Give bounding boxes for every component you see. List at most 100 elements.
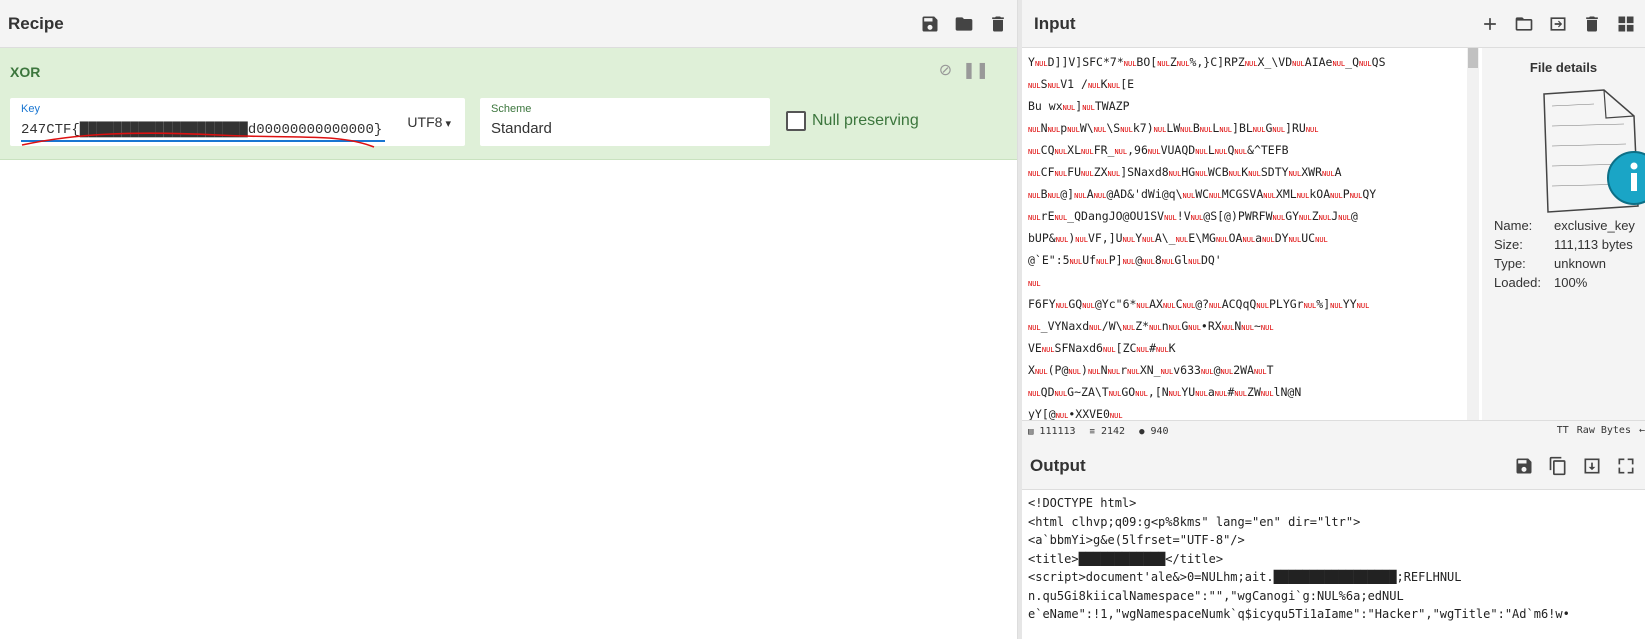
control-char-marker: NUL bbox=[1319, 214, 1332, 222]
null-preserving-label: Null preserving bbox=[812, 112, 919, 130]
control-char-marker: NUL bbox=[1216, 236, 1229, 244]
char-count-value: 111113 bbox=[1039, 426, 1075, 437]
import-icon[interactable] bbox=[1547, 13, 1569, 35]
control-char-marker: NUL bbox=[1149, 324, 1162, 332]
control-char-marker: NUL bbox=[1289, 236, 1302, 244]
folder-icon[interactable] bbox=[953, 13, 975, 35]
control-char-marker: NUL bbox=[1075, 236, 1088, 244]
scheme-field[interactable]: Scheme Standard bbox=[480, 98, 770, 146]
control-char-marker: NUL bbox=[1219, 126, 1232, 134]
save-icon[interactable] bbox=[919, 13, 941, 35]
control-char-marker: NUL bbox=[1070, 258, 1083, 266]
control-char-marker: NUL bbox=[1221, 368, 1234, 376]
replace-input-icon[interactable] bbox=[1581, 455, 1603, 477]
scheme-select[interactable]: Standard bbox=[491, 120, 552, 137]
control-char-marker: NUL bbox=[1215, 148, 1228, 156]
control-char-marker: NUL bbox=[1222, 324, 1235, 332]
control-char-marker: NUL bbox=[1330, 302, 1343, 310]
control-char-marker: NUL bbox=[1136, 302, 1149, 310]
control-char-marker: NUL bbox=[1028, 148, 1041, 156]
control-char-marker: NUL bbox=[1123, 236, 1136, 244]
control-char-marker: NUL bbox=[1056, 236, 1069, 244]
trash-icon[interactable] bbox=[987, 13, 1009, 35]
file-loaded-row: Loaded: 100% bbox=[1494, 275, 1587, 290]
key-input[interactable]: 247CTF{████████████████████d000000000000… bbox=[21, 122, 382, 138]
line-count: ≡ 2142 bbox=[1090, 426, 1126, 437]
control-char-marker: NUL bbox=[1096, 258, 1109, 266]
output-line: n.qu5Gi8kiicalNamespace":"","wgCanogi`g:… bbox=[1028, 587, 1639, 606]
control-char-marker: NUL bbox=[1254, 368, 1267, 376]
control-char-marker: NUL bbox=[1338, 214, 1351, 222]
control-char-marker: NUL bbox=[1142, 258, 1155, 266]
control-char-marker: NUL bbox=[1183, 302, 1196, 310]
trash-icon[interactable] bbox=[1581, 13, 1603, 35]
control-char-marker: NUL bbox=[1191, 214, 1204, 222]
control-char-marker: NUL bbox=[1253, 126, 1266, 134]
control-char-marker: NUL bbox=[1063, 104, 1076, 112]
file-type-value: unknown bbox=[1554, 256, 1606, 271]
control-char-marker: NUL bbox=[1108, 82, 1121, 90]
file-name-row: Name: exclusive_key bbox=[1494, 218, 1635, 233]
control-char-marker: NUL bbox=[1215, 390, 1228, 398]
input-scrollbar-thumb[interactable] bbox=[1468, 48, 1478, 68]
input-scrollbar[interactable] bbox=[1467, 48, 1479, 420]
disable-icon[interactable]: ⊘ bbox=[939, 60, 952, 80]
control-char-marker: NUL bbox=[1124, 60, 1137, 68]
input-line: Bu wxNUL]NULTWAZP bbox=[1028, 96, 1461, 118]
arrow-left-icon[interactable]: ← bbox=[1639, 425, 1645, 436]
control-char-marker: NUL bbox=[1256, 302, 1269, 310]
control-char-marker: NUL bbox=[1245, 60, 1258, 68]
output-line: <script>document'ale&>0=NULhm;ait.██████… bbox=[1028, 568, 1639, 587]
output-textarea[interactable]: <!DOCTYPE html> <html clhvp;q09:g<p%8kms"… bbox=[1022, 490, 1645, 639]
control-char-marker: NUL bbox=[1074, 192, 1087, 200]
control-char-marker: NUL bbox=[1234, 390, 1247, 398]
maximize-icon[interactable] bbox=[1615, 455, 1637, 477]
control-char-marker: NUL bbox=[1089, 324, 1102, 332]
input-line: NULrENUL_QDangJO@OU1SVNUL!VNUL@S[@)PWRFW… bbox=[1028, 206, 1461, 228]
control-char-marker: NUL bbox=[1234, 148, 1247, 156]
control-char-marker: NUL bbox=[1068, 368, 1081, 376]
control-char-marker: NUL bbox=[1169, 170, 1182, 178]
pause-icon[interactable]: ❚❚ bbox=[962, 60, 989, 80]
control-char-marker: NUL bbox=[1261, 324, 1274, 332]
control-char-marker: NUL bbox=[1248, 170, 1261, 178]
control-char-marker: NUL bbox=[1088, 82, 1101, 90]
cursor-position: ● 940 bbox=[1139, 426, 1168, 437]
control-char-marker: NUL bbox=[1135, 390, 1148, 398]
control-char-marker: NUL bbox=[1169, 324, 1182, 332]
copy-icon[interactable] bbox=[1547, 455, 1569, 477]
control-char-marker: NUL bbox=[1094, 126, 1107, 134]
save-icon[interactable] bbox=[1513, 455, 1535, 477]
control-char-marker: NUL bbox=[1289, 170, 1302, 178]
input-textarea[interactable]: YNULD]]V]SFC*7*NULBO[NULZNUL%,}C]RPZNUL… bbox=[1022, 48, 1467, 420]
control-char-marker: NUL bbox=[1180, 126, 1193, 134]
control-char-marker: NUL bbox=[1156, 346, 1169, 354]
control-char-marker: NUL bbox=[1177, 60, 1190, 68]
folder-icon[interactable] bbox=[1513, 13, 1535, 35]
control-char-marker: NUL bbox=[1082, 104, 1095, 112]
file-type-row: Type: unknown bbox=[1494, 256, 1606, 271]
control-char-marker: NUL bbox=[1292, 60, 1305, 68]
key-field[interactable]: Key 247CTF{████████████████████d00000000… bbox=[10, 98, 465, 146]
null-preserving-checkbox[interactable] bbox=[786, 111, 806, 131]
control-char-marker: NUL bbox=[1357, 302, 1370, 310]
control-char-marker: NUL bbox=[1195, 390, 1208, 398]
grid-icon[interactable] bbox=[1615, 13, 1637, 35]
key-focus-underline bbox=[21, 140, 385, 142]
file-type-label: Type: bbox=[1494, 256, 1554, 271]
raw-bytes-toggle[interactable]: Raw Bytes bbox=[1577, 425, 1631, 436]
input-title: Input bbox=[1034, 14, 1076, 34]
key-encoding-dropdown[interactable]: UTF8 bbox=[407, 114, 451, 130]
control-char-marker: NUL bbox=[1042, 346, 1055, 354]
input-status-bar: ▤ 111113 ≡ 2142 ● 940 T​T Raw Bytes ← bbox=[1022, 420, 1645, 442]
scheme-label: Scheme bbox=[491, 103, 531, 115]
plus-icon[interactable] bbox=[1479, 13, 1501, 35]
line-count-value: 2142 bbox=[1101, 426, 1125, 437]
control-char-marker: NUL bbox=[1304, 302, 1317, 310]
control-char-marker: NUL bbox=[1142, 236, 1155, 244]
control-char-marker: NUL bbox=[1195, 170, 1208, 178]
control-char-marker: NUL bbox=[1103, 346, 1116, 354]
control-char-marker: NUL bbox=[1081, 170, 1094, 178]
control-char-marker: NUL bbox=[1299, 214, 1312, 222]
control-char-marker: NUL bbox=[1056, 302, 1069, 310]
